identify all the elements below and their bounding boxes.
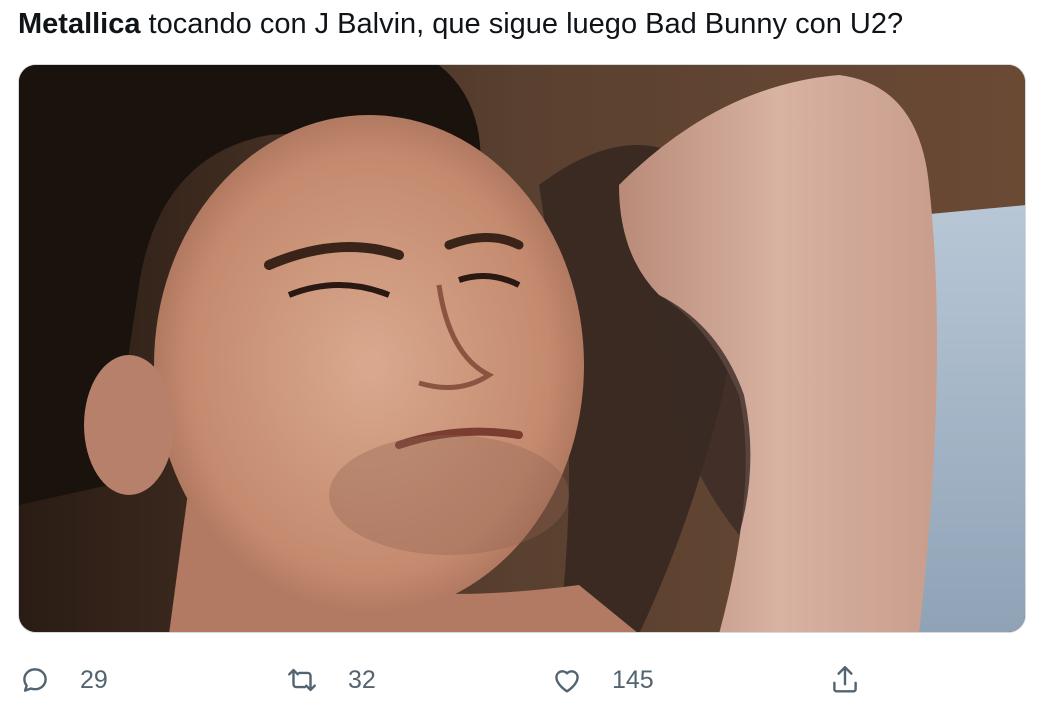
like-button[interactable]: 145: [550, 654, 654, 706]
retweet-button[interactable]: 32: [284, 654, 376, 706]
tweet-media-image[interactable]: [18, 64, 1026, 633]
tweet-text-bold: Metallica: [18, 8, 141, 40]
share-upload-icon: [833, 666, 857, 693]
heart-icon: [555, 670, 579, 693]
tweet-actions-bar: 29 32 145: [0, 654, 1042, 706]
like-count: 145: [612, 665, 654, 694]
meme-photo: [19, 65, 1025, 632]
tweet-text-rest: tocando con J Balvin, que sigue luego Ba…: [140, 8, 904, 40]
retweet-arrows-icon: [288, 668, 316, 692]
tweet-text: Metallica tocando con J Balvin, que sigu…: [18, 4, 1028, 44]
retweet-count: 32: [348, 665, 376, 694]
speech-bubble-icon: [23, 668, 47, 692]
reply-count: 29: [80, 665, 108, 694]
reply-button[interactable]: 29: [18, 654, 108, 706]
share-button[interactable]: [828, 654, 862, 706]
